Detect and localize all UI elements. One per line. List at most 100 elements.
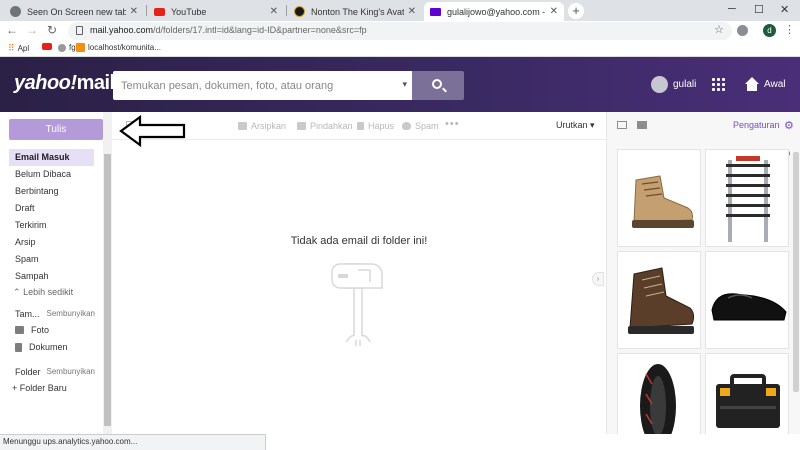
- reload-icon[interactable]: ↻: [44, 23, 60, 37]
- sidebar: Tulis Email Masuk Belum Dibaca Berbintan…: [0, 112, 112, 434]
- folder-move-icon: [297, 122, 306, 130]
- views-hide-link[interactable]: Sembunyikan: [47, 309, 95, 319]
- profile-avatar[interactable]: d: [763, 24, 776, 37]
- sidebar-item-archive[interactable]: Arsip: [0, 234, 104, 251]
- bookmark-star-icon[interactable]: ☆: [714, 23, 724, 36]
- sidebar-item-inbox[interactable]: Email Masuk: [9, 149, 94, 166]
- sidebar-item-documents[interactable]: Dokumen: [15, 342, 68, 352]
- trash-icon: [357, 122, 364, 130]
- tab-title: gulalijowo@yahoo.com - Yahoo Mail: [447, 6, 546, 17]
- tab-kings-avatar[interactable]: Nonton The King's Avatar (2019) ✕: [288, 2, 422, 21]
- empty-mailbox-icon: [331, 263, 383, 346]
- close-icon[interactable]: ✕: [550, 6, 558, 17]
- logo-main: yahoo: [14, 72, 71, 94]
- sidebar-item-unread[interactable]: Belum Dibaca: [0, 166, 104, 183]
- home-icon[interactable]: [745, 77, 759, 91]
- folder-section-label: Folder: [15, 367, 41, 377]
- bookmark-apps[interactable]: ⠿ Apl: [8, 43, 29, 54]
- ad-item[interactable]: [705, 251, 789, 349]
- boot-brown-image: [628, 267, 695, 334]
- chevron-right-icon[interactable]: ›: [592, 272, 604, 286]
- ad-item[interactable]: [705, 149, 789, 247]
- youtube-icon: [42, 43, 52, 50]
- tab-title: YouTube: [171, 6, 207, 17]
- bookmark-localhost[interactable]: localhost/komunita...: [76, 43, 161, 52]
- ad-item[interactable]: [617, 149, 701, 247]
- settings-link[interactable]: Pengaturan: [733, 120, 780, 130]
- close-icon[interactable]: ✕: [408, 6, 416, 17]
- bookmark-label: localhost/komunita...: [88, 43, 161, 52]
- sort-label: Urutkan: [556, 120, 588, 130]
- apps-grid-icon[interactable]: [712, 78, 726, 92]
- new-folder-button[interactable]: + Folder Baru: [12, 383, 67, 393]
- compose-button[interactable]: Tulis: [9, 119, 103, 140]
- show-less-label: Lebih sedikit: [23, 287, 74, 297]
- close-icon[interactable]: ✕: [130, 6, 138, 17]
- search-input[interactable]: [113, 71, 393, 100]
- browser-menu-icon[interactable]: ⋮: [784, 23, 795, 36]
- more-options-icon[interactable]: •••: [445, 118, 460, 130]
- new-tab-plus-icon[interactable]: +: [568, 3, 584, 19]
- ad-item[interactable]: [617, 251, 701, 349]
- close-icon[interactable]: ✕: [270, 6, 278, 17]
- sidebar-item-starred[interactable]: Berbintang: [0, 183, 104, 200]
- ladder-image: [726, 156, 770, 242]
- shield-icon: [402, 122, 411, 130]
- extension-icon[interactable]: [737, 25, 748, 36]
- bookmarks-bar: ⠿ Apl fg localhost/komunita...: [0, 41, 800, 57]
- sidebar-item-photos[interactable]: Foto: [15, 325, 49, 335]
- show-less-link[interactable]: ⌃ Lebih sedikit: [0, 287, 104, 298]
- home-link[interactable]: Awal: [764, 79, 786, 90]
- photo-icon: [15, 326, 24, 334]
- move-button[interactable]: Pindahkan: [297, 121, 353, 131]
- avatar[interactable]: [651, 76, 668, 93]
- xampp-icon: [76, 43, 85, 52]
- delete-button[interactable]: Hapus: [357, 121, 394, 131]
- archive-button[interactable]: Arsipkan: [238, 121, 286, 131]
- tab-yahoo-mail[interactable]: gulalijowo@yahoo.com - Yahoo Mail ✕: [424, 2, 564, 21]
- spam-button[interactable]: Spam: [402, 121, 439, 131]
- ad-grid: [617, 149, 797, 450]
- tab-seen-on-screen[interactable]: Seen On Screen new tab ✕: [4, 2, 144, 21]
- browser-tab-strip: Seen On Screen new tab ✕ YouTube ✕ Nonto…: [0, 0, 800, 21]
- sort-dropdown[interactable]: Urutkan ▾: [556, 120, 595, 131]
- bookmark-label: fg: [69, 43, 76, 52]
- folder-section-header: Folder Sembunyikan: [15, 367, 95, 377]
- chevron-down-icon[interactable]: ▾: [402, 79, 407, 90]
- user-name[interactable]: gulali: [673, 79, 696, 90]
- sidebar-item-spam[interactable]: Spam: [0, 251, 104, 268]
- yahoo-mail-logo[interactable]: yahoo!mail: [14, 72, 115, 95]
- sidebar-item-sent[interactable]: Terkirim: [0, 217, 104, 234]
- spam-label: Spam: [415, 121, 439, 131]
- folder-hide-link[interactable]: Sembunyikan: [47, 367, 95, 377]
- window-close-icon[interactable]: ✕: [780, 3, 789, 16]
- calendar-icon[interactable]: [637, 121, 647, 129]
- chevron-down-icon: ▾: [590, 120, 595, 130]
- document-icon: [15, 342, 22, 352]
- sidebar-item-drafts[interactable]: Draft: [0, 200, 104, 217]
- url-text[interactable]: mail.yahoo.com/d/folders/17.intl=id&lang…: [90, 25, 367, 35]
- forward-arrow-icon[interactable]: →: [24, 23, 40, 37]
- lock-icon: [76, 26, 83, 35]
- search-button[interactable]: [412, 71, 464, 100]
- tab-youtube[interactable]: YouTube ✕: [148, 2, 284, 21]
- contacts-icon[interactable]: [617, 121, 627, 129]
- browser-status-bar: Menunggu ups.analytics.yahoo.com...: [0, 434, 266, 450]
- right-panel: Pengaturan ⚙ i: [606, 112, 800, 450]
- search-box: ▾: [113, 71, 412, 100]
- chevron-up-icon: ⌃: [13, 287, 21, 297]
- bookmark-youtube[interactable]: [42, 43, 55, 50]
- sidebar-item-trash[interactable]: Sampah: [0, 268, 104, 285]
- tab-divider: [286, 5, 287, 16]
- youtube-icon: [154, 7, 165, 16]
- globe-icon: [58, 43, 66, 52]
- gear-icon[interactable]: ⚙: [784, 119, 794, 132]
- address-bar[interactable]: mail.yahoo.com/d/folders/17.intl=id&lang…: [68, 22, 732, 40]
- address-toolbar: ← → ↻ mail.yahoo.com/d/folders/17.intl=i…: [0, 21, 800, 41]
- photos-label: Foto: [31, 325, 50, 335]
- minimize-icon[interactable]: ─: [728, 3, 736, 15]
- back-arrow-icon[interactable]: ←: [4, 23, 20, 37]
- sidebar-scrollbar-thumb[interactable]: [104, 154, 111, 426]
- maximize-icon[interactable]: ☐: [754, 3, 764, 16]
- bookmark-fg[interactable]: fg: [58, 43, 76, 52]
